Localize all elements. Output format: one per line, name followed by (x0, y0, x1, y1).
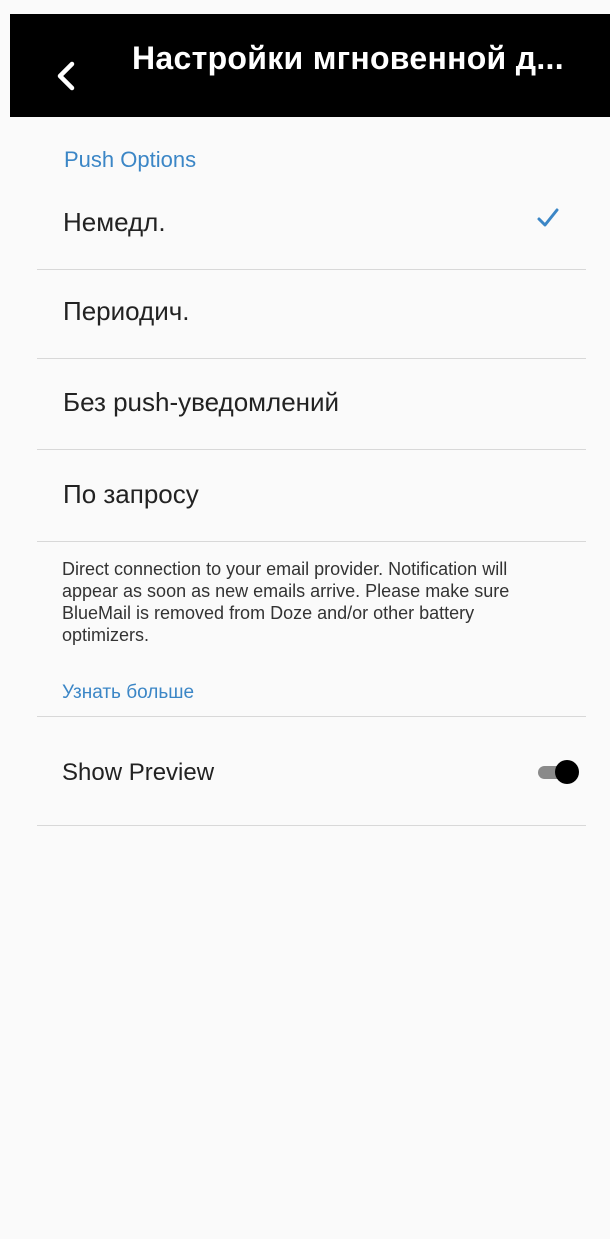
option-description: Direct connection to your email provider… (62, 559, 510, 645)
option-label: Немедл. (63, 207, 166, 237)
show-preview-label: Show Preview (62, 759, 215, 786)
toggle-thumb (555, 760, 579, 784)
divider (37, 541, 586, 542)
chevron-left-icon (57, 61, 75, 91)
divider (37, 449, 586, 450)
option-label: Периодич. (63, 296, 190, 326)
divider (37, 825, 586, 826)
checkmark-icon (537, 208, 559, 227)
page-title: Настройки мгновенной д... (132, 40, 564, 76)
option-no-push[interactable]: Без push-уведомлений (37, 359, 586, 450)
status-bar (0, 0, 610, 14)
divider (37, 716, 586, 717)
option-on-demand[interactable]: По запросу (37, 451, 586, 542)
section-header: Push Options (64, 147, 197, 172)
settings-content: Push Options Немедл. Периодич. Без push-… (10, 117, 610, 1239)
show-preview-toggle[interactable] (538, 760, 580, 784)
option-label: По запросу (63, 479, 199, 509)
learn-more-link[interactable]: Узнать больше (62, 682, 194, 704)
app-bar: Настройки мгновенной д... (10, 14, 610, 117)
option-label: Без push-уведомлений (63, 387, 340, 417)
option-periodic[interactable]: Периодич. (37, 268, 586, 359)
screen: Настройки мгновенной д... Push Options Н… (0, 0, 610, 1239)
back-button[interactable] (44, 54, 88, 98)
option-immediate[interactable]: Немедл. (37, 179, 586, 270)
